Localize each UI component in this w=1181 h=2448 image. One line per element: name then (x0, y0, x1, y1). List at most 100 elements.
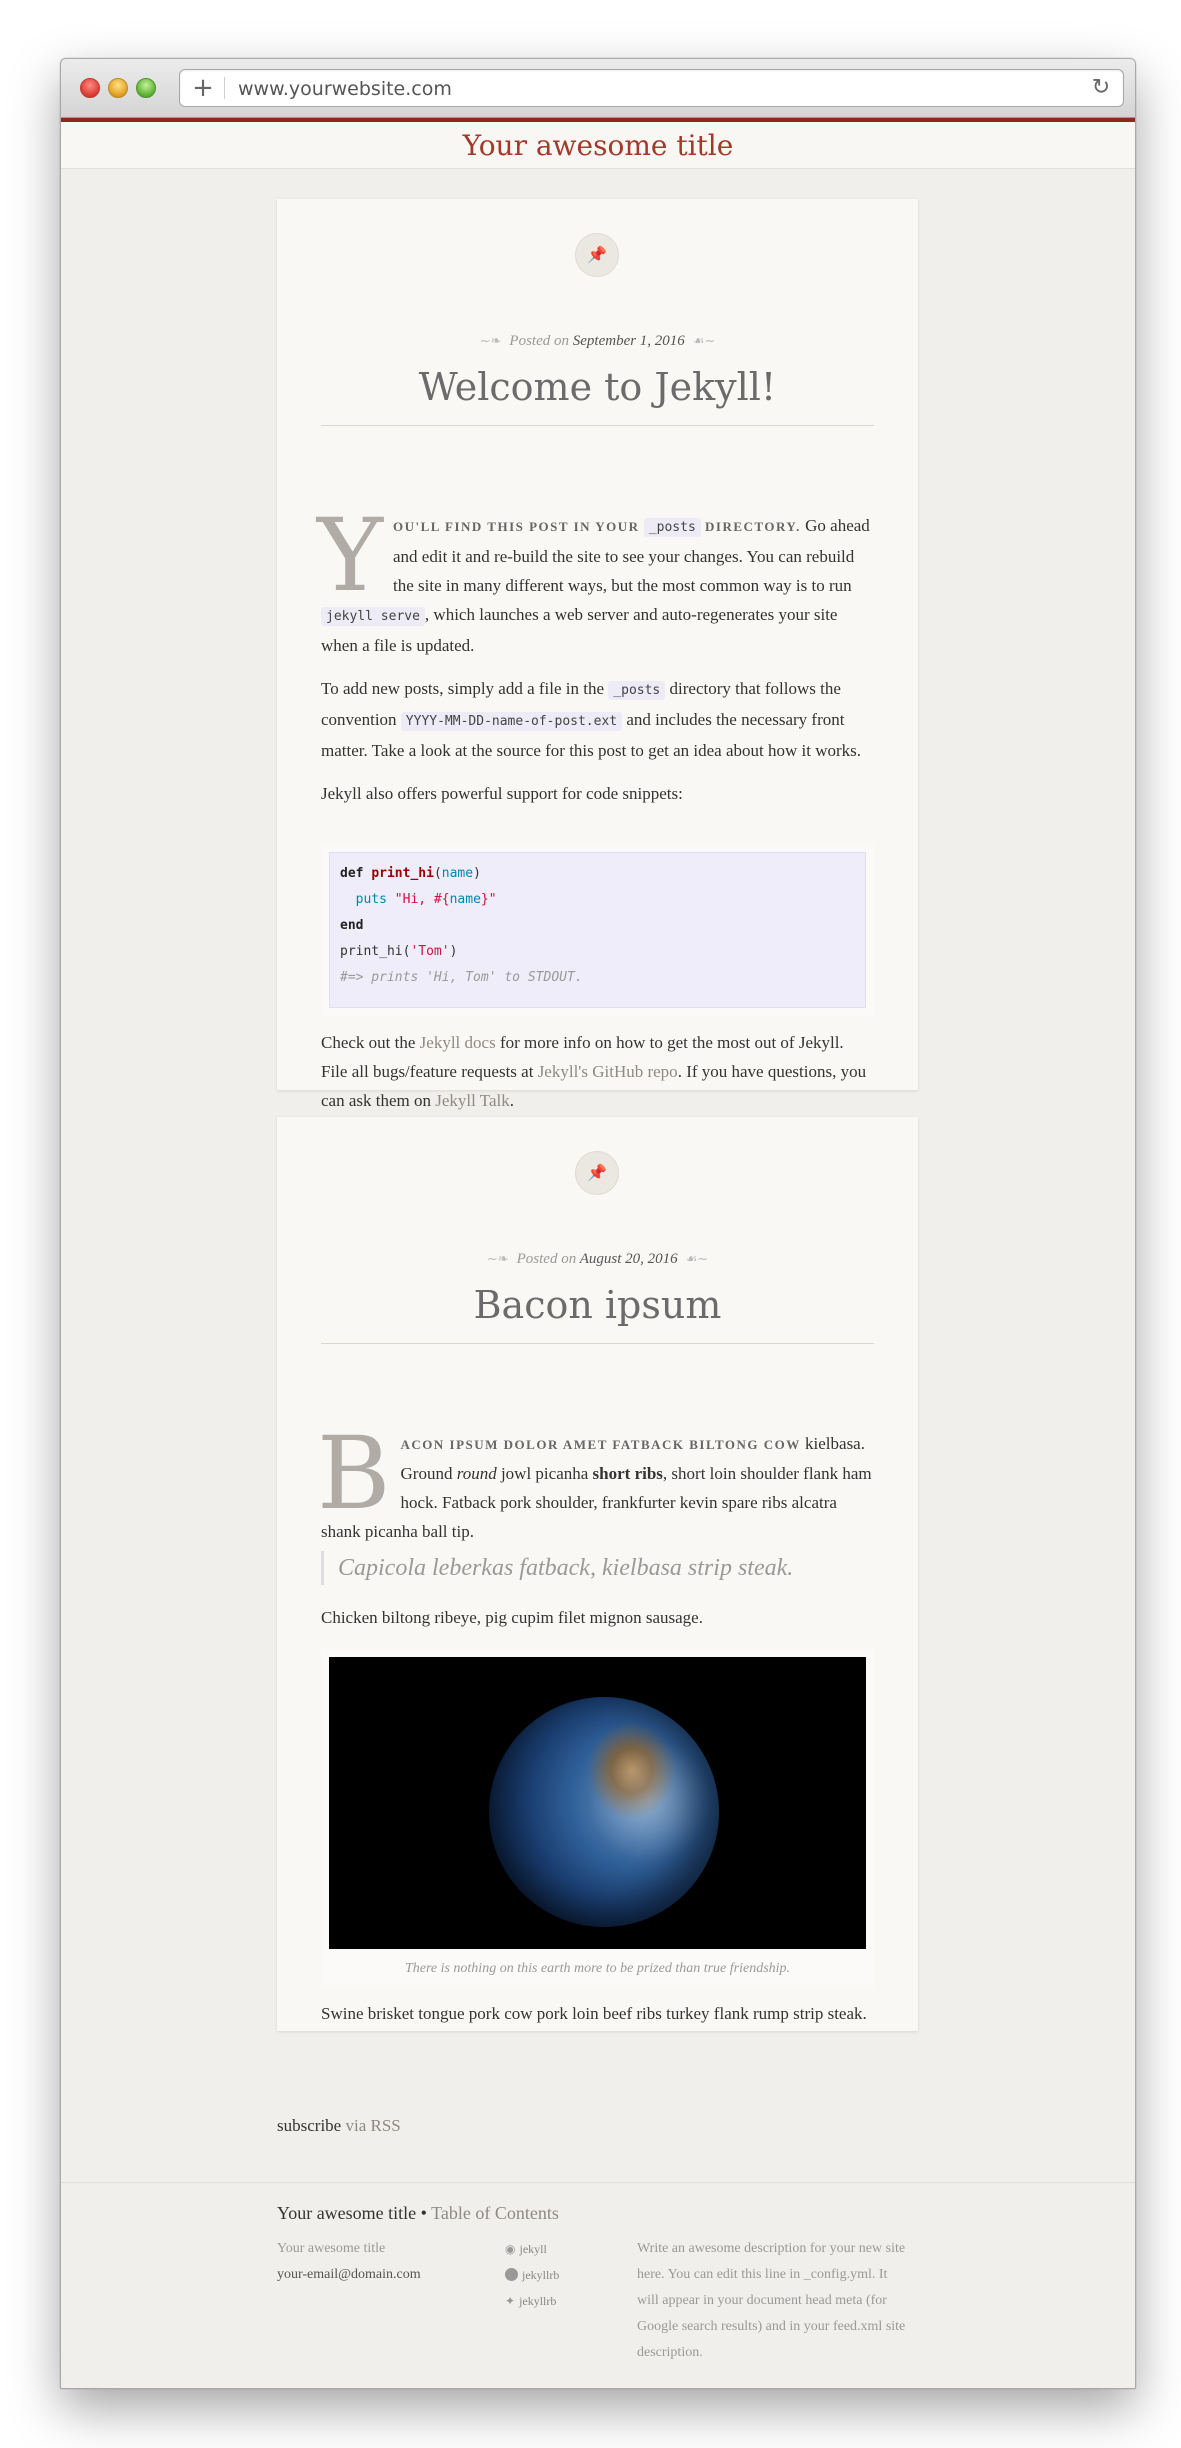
drop-cap: Y (317, 497, 384, 614)
code-token: end (340, 918, 364, 933)
social-label: jekyllrb (519, 2294, 557, 2308)
code-token: }" (480, 892, 497, 907)
lead-caps: directory. (705, 519, 801, 534)
twitter-icon: ✦ (505, 2294, 516, 2308)
earth-image (329, 1657, 866, 1949)
jekyll-github-link[interactable]: Jekyll's GitHub repo (538, 1062, 678, 1081)
footer-social: ◉ jekyll jekyllrb ✦ jekyllrb (505, 2236, 559, 2314)
code-block-content: def print_hi(name) puts "Hi, #{name}" en… (329, 852, 866, 1008)
bold-text: short ribs (592, 1464, 663, 1483)
post-body: B acon ipsum dolor amet fatback biltong … (317, 1424, 874, 1560)
code-block: def print_hi(name) puts "Hi, #{name}" en… (321, 844, 874, 1016)
code-token: print_hi (371, 866, 434, 881)
paragraph: Jekyll also offers powerful support for … (321, 784, 683, 803)
emphasis-text: round (456, 1464, 497, 1483)
earth-globe-image (489, 1697, 719, 1927)
footer-site-title: Your awesome title (277, 2203, 417, 2223)
zoom-window-button[interactable] (136, 78, 156, 98)
footer-heading: Your awesome title • Table of Contents (277, 2203, 559, 2224)
paragraph: Check out the Jekyll docs for more info … (321, 1028, 874, 1115)
footer-name: Your awesome title (277, 2241, 386, 2256)
new-tab-plus-icon[interactable]: + (190, 74, 216, 102)
ornament-icon: ~❧ (486, 1252, 509, 1267)
footer-contact: Your awesome title your-email@domain.com (277, 2236, 421, 2288)
post-body-end: Check out the Jekyll docs for more info … (321, 1028, 874, 1129)
table-of-contents-link[interactable]: Table of Contents (431, 2203, 559, 2223)
code-token: def (340, 866, 364, 881)
inline-code: jekyll serve (321, 607, 425, 626)
twitter-link[interactable]: ✦ jekyllrb (505, 2288, 559, 2314)
paragraph: Y ou'll find this post in your _posts di… (317, 506, 874, 660)
earth-figure: There is nothing on this earth more to b… (321, 1649, 874, 1988)
drop-cap: B (317, 1415, 391, 1532)
paragraph-text: To add new posts, simply add a file in t… (321, 679, 605, 698)
paragraph: Swine brisket tongue pork cow pork loin … (321, 2004, 867, 2023)
jekyll-talk-link[interactable]: Jekyll Talk (435, 1091, 510, 1110)
lead-caps: acon ipsum dolor amet fatback biltong co… (400, 1437, 801, 1452)
reload-icon[interactable]: ↻ (1089, 75, 1113, 101)
post-card: 📌 ~❧ Posted on August 20, 2016 ☙~ Bacon ip… (277, 1117, 918, 2031)
posted-on-label: Posted on (509, 333, 569, 349)
social-label: jekyll (519, 2242, 547, 2256)
github-link[interactable]: ◉ jekyll (505, 2236, 559, 2262)
dribbble-link[interactable]: jekyllrb (505, 2262, 559, 2288)
address-bar[interactable]: + www.yourwebsite.com ↻ (179, 69, 1124, 107)
post-card: 📌 ~❧ Posted on September 1, 2016 ☙~ Welcom… (277, 199, 918, 1110)
code-token: 'Tom' (410, 944, 450, 959)
lead-caps: ou'll find this post in your (393, 519, 640, 534)
social-label: jekyllrb (522, 2268, 560, 2282)
posted-on-label: Posted on (516, 1251, 577, 1267)
paragraph-text: jowl picanha (500, 1464, 589, 1483)
paragraph-text: . (509, 1091, 515, 1110)
code-token: ( (433, 866, 442, 881)
code-token: name (449, 892, 481, 907)
post-date: August 20, 2016 (579, 1251, 678, 1267)
url-text[interactable]: www.yourwebsite.com (238, 78, 452, 100)
site-masthead: Your awesome title (61, 122, 1135, 169)
code-comment: #=> prints 'Hi, Tom' to STDOUT. (340, 970, 583, 985)
blockquote: Capicola leberkas fatback, kielbasa stri… (321, 1551, 874, 1585)
pushpin-icon: 📌 (575, 1151, 619, 1195)
dribbble-icon (505, 2268, 518, 2281)
inline-code: _posts (608, 681, 666, 700)
code-token: name (441, 866, 474, 881)
post-title[interactable]: Bacon ipsum (277, 1283, 918, 1327)
title-divider (321, 425, 874, 426)
code-token: ) (473, 866, 481, 881)
close-window-button[interactable] (80, 78, 100, 98)
inline-code: _posts (643, 518, 701, 537)
title-divider (321, 1343, 874, 1344)
browser-window: + www.yourwebsite.com ↻ Your awesome tit… (60, 58, 1136, 2389)
code-token: print_hi( (340, 944, 411, 959)
jekyll-docs-link[interactable]: Jekyll docs (420, 1033, 496, 1052)
figure-caption: There is nothing on this earth more to b… (404, 1961, 791, 1976)
post-meta: ~❧ Posted on August 20, 2016 ☙~ (277, 1251, 918, 1268)
paragraph: Chicken biltong ribeye, pig cupim filet … (321, 1608, 703, 1627)
address-bar-divider (224, 77, 225, 99)
ornament-icon: ☙~ (692, 334, 716, 349)
post-body: Chicken biltong ribeye, pig cupim filet … (321, 1603, 874, 1646)
post-body-end: Swine brisket tongue pork cow pork loin … (321, 1999, 874, 2042)
paragraph: B acon ipsum dolor amet fatback biltong … (317, 1424, 874, 1546)
ornament-icon: ☙~ (685, 1252, 709, 1267)
ornament-icon: ~❧ (479, 334, 502, 349)
post-date: September 1, 2016 (572, 333, 685, 349)
code-token: ) (449, 944, 458, 959)
footer-email-link[interactable]: your-email@domain.com (277, 2262, 421, 2288)
paragraph: To add new posts, simply add a file in t… (321, 674, 874, 765)
post-meta: ~❧ Posted on September 1, 2016 ☙~ (277, 333, 918, 350)
subscribe-label: subscribe (277, 2116, 342, 2135)
minimize-window-button[interactable] (108, 78, 128, 98)
inline-code: YYYY-MM-DD-name-of-post.ext (400, 712, 623, 731)
code-token: puts (355, 892, 387, 907)
paragraph-text: Check out the (321, 1033, 416, 1052)
post-body: Y ou'll find this post in your _posts di… (317, 506, 874, 822)
pushpin-icon: 📌 (575, 233, 619, 277)
site-title-link[interactable]: Your awesome title (463, 129, 734, 162)
rss-link[interactable]: via RSS (345, 2116, 400, 2135)
footer-divider (61, 2182, 1135, 2183)
footer-bullet: • (420, 2203, 427, 2223)
post-title[interactable]: Welcome to Jekyll! (277, 365, 918, 409)
code-token: "Hi, #{ (394, 892, 450, 907)
footer-description: Write an awesome description for your ne… (637, 2241, 906, 2360)
